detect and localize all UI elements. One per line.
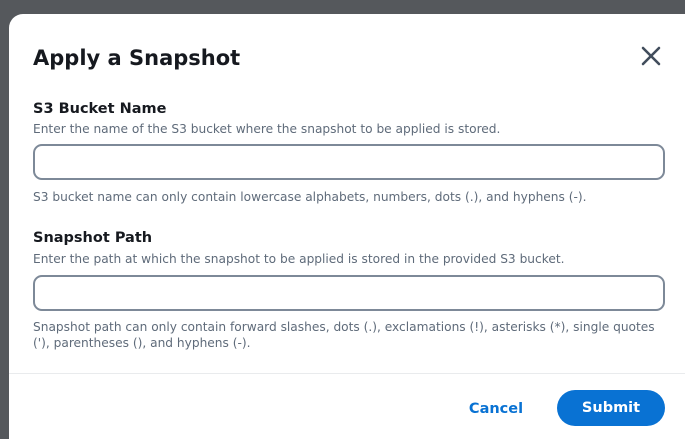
snapshot-path-label: Snapshot Path <box>33 230 153 246</box>
cancel-button[interactable]: Cancel <box>457 397 535 421</box>
close-button[interactable] <box>635 40 667 72</box>
bucket-name-hint: S3 bucket name can only contain lowercas… <box>33 190 587 204</box>
apply-snapshot-dialog: Apply a Snapshot S3 Bucket Name Enter th… <box>9 14 685 439</box>
submit-button[interactable]: Submit <box>557 390 665 426</box>
snapshot-path-hint: Snapshot path can only contain forward s… <box>33 320 655 350</box>
bucket-name-input[interactable] <box>33 144 665 180</box>
bucket-name-label: S3 Bucket Name <box>33 101 167 117</box>
close-icon <box>641 46 661 66</box>
bucket-name-description: Enter the name of the S3 bucket where th… <box>33 122 501 136</box>
snapshot-path-description: Enter the path at which the snapshot to … <box>33 252 565 266</box>
dialog-title: Apply a Snapshot <box>33 46 241 70</box>
footer-divider <box>9 373 685 374</box>
snapshot-path-input[interactable] <box>33 275 665 311</box>
